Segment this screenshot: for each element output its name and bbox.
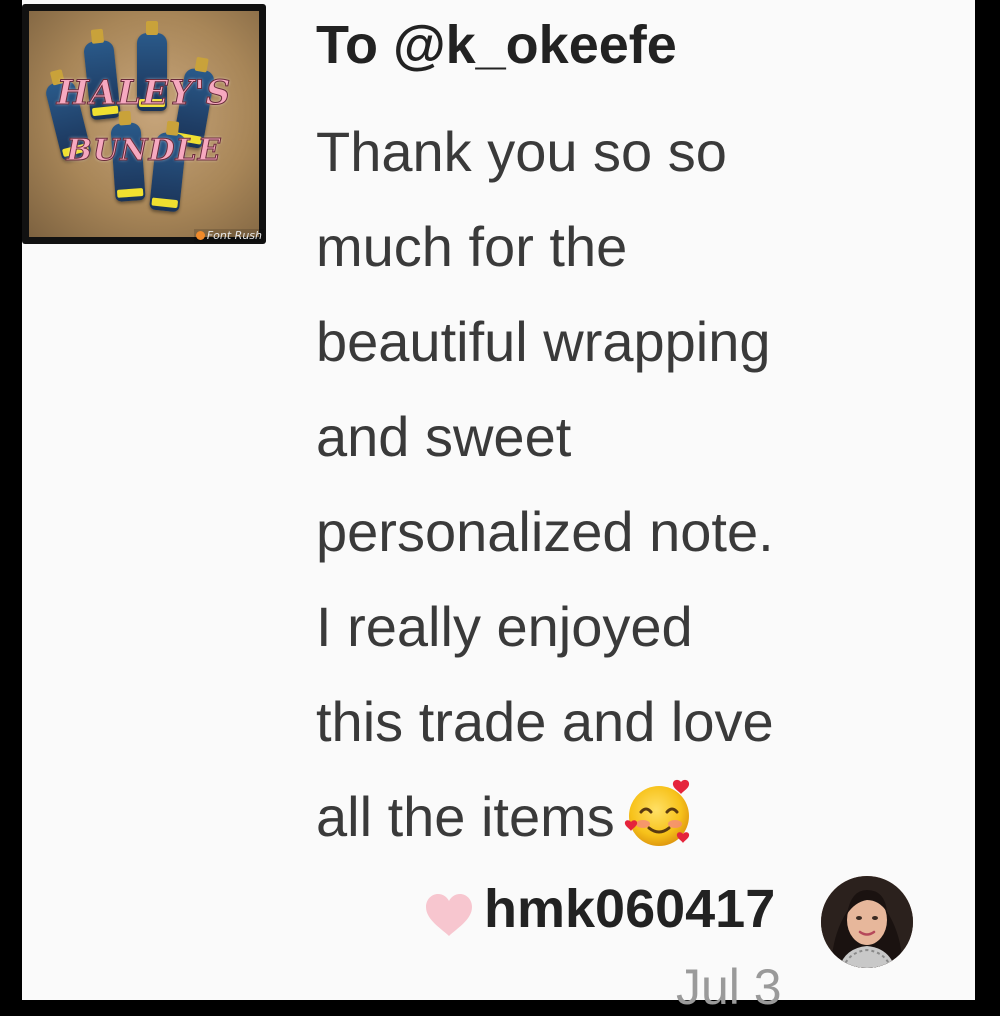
bundle-thumbnail[interactable]: HALEY'S BUNDLE Font Rush bbox=[22, 4, 266, 244]
watermark: Font Rush bbox=[193, 229, 264, 242]
author-username[interactable]: hmk060417 bbox=[484, 878, 775, 940]
message-line: this trade and love bbox=[316, 690, 774, 753]
thumbnail-image: HALEY'S BUNDLE bbox=[29, 11, 259, 237]
recipient-heading: To @k_okeefe bbox=[316, 15, 677, 75]
avatar[interactable] bbox=[821, 876, 913, 968]
message-line: personalized note. bbox=[316, 500, 774, 563]
message-line: I really enjoyed bbox=[316, 595, 693, 658]
message-line: much for the bbox=[316, 215, 628, 278]
message-line-last: all the items bbox=[316, 769, 946, 864]
heart-icon[interactable] bbox=[424, 892, 474, 938]
font-rush-logo-icon bbox=[195, 231, 205, 240]
thumbnail-title: HALEY'S bbox=[56, 73, 232, 114]
message-line: and sweet bbox=[316, 405, 572, 468]
smiling-face-with-hearts-icon bbox=[623, 778, 695, 850]
thumbnail-subtitle: BUNDLE bbox=[66, 133, 222, 169]
message-line: beautiful wrapping bbox=[316, 310, 771, 373]
review-message: Thank you so so much for the beautiful w… bbox=[316, 104, 946, 864]
message-line: Thank you so so bbox=[316, 120, 727, 183]
review-date: Jul 3 bbox=[676, 959, 782, 1015]
